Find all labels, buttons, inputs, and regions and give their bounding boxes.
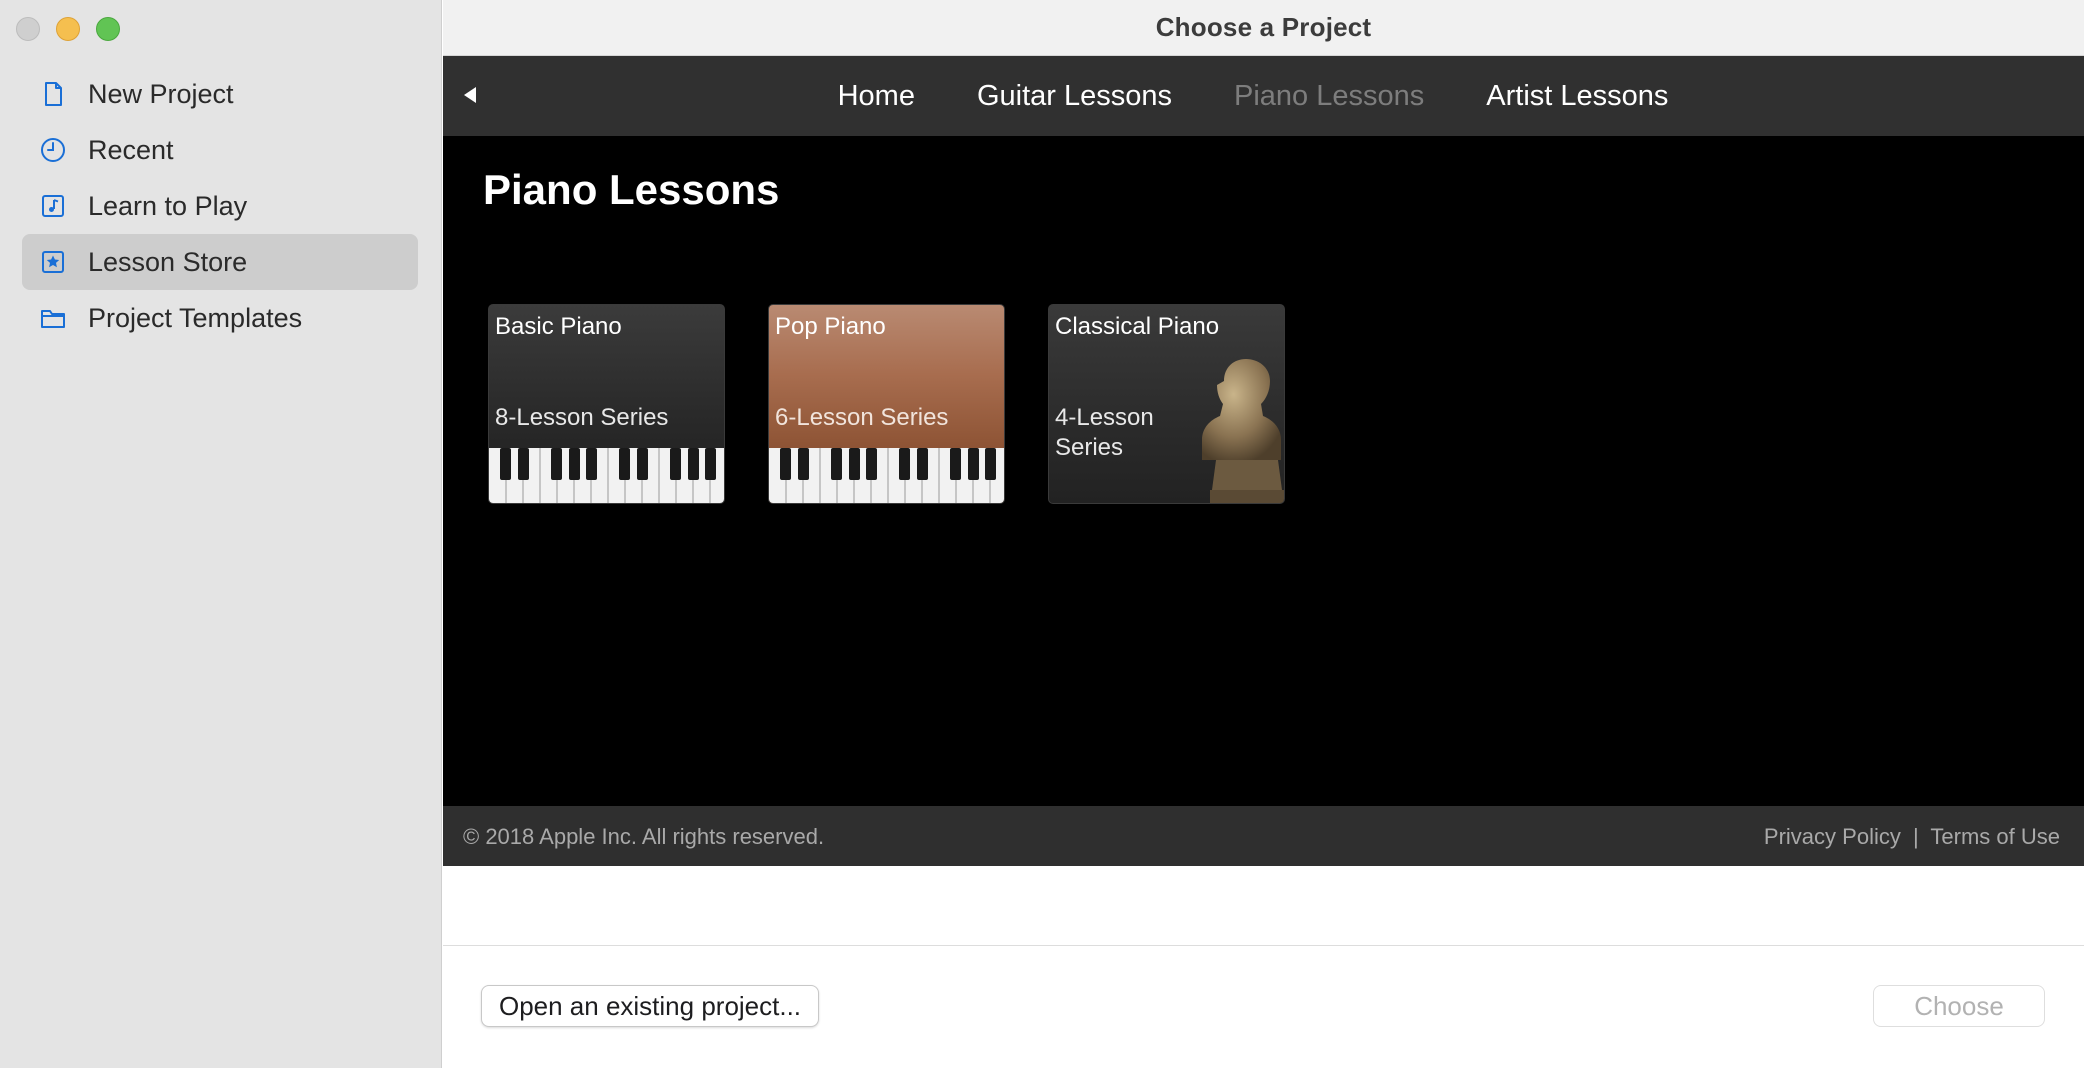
sidebar-nav: New Project Recent Learn to Play Lesson …	[22, 66, 418, 346]
sidebar-item-label: Project Templates	[88, 302, 303, 333]
sidebar-item-learn-to-play[interactable]: Learn to Play	[22, 178, 418, 234]
sidebar-item-label: New Project	[88, 78, 234, 109]
page-title: Piano Lessons	[483, 166, 780, 213]
sidebar-item-label: Lesson Store	[88, 246, 248, 277]
store-navbar: Home Guitar Lessons Piano Lessons Artist…	[443, 56, 2084, 136]
minimize-window-button[interactable]	[56, 17, 80, 41]
card-subtitle: 4-Lesson Series	[1055, 404, 1154, 461]
composer-bust-icon	[1202, 359, 1284, 503]
sidebar-item-label: Learn to Play	[88, 190, 248, 221]
choose-project-window: New Project Recent Learn to Play Lesson …	[0, 0, 2084, 1068]
tab-piano-lessons[interactable]: Piano Lessons	[1203, 80, 1455, 113]
main-panel: Choose a Project Home Guitar Lessons Pia…	[443, 0, 2084, 1068]
folder-icon	[38, 303, 68, 333]
back-arrow-icon[interactable]	[459, 84, 481, 106]
bottom-divider	[443, 945, 2084, 946]
sidebar-item-project-templates[interactable]: Project Templates	[22, 290, 418, 346]
copyright-text: © 2018 Apple Inc. All rights reserved.	[463, 824, 825, 849]
lesson-card-pop-piano[interactable]: Pop Piano 6-Lesson Series	[768, 304, 1005, 504]
sidebar-item-label: Recent	[88, 134, 174, 165]
tab-artist-lessons[interactable]: Artist Lessons	[1455, 80, 1699, 113]
store-footer: © 2018 Apple Inc. All rights reserved. P…	[443, 806, 2084, 866]
card-subtitle: 6-Lesson Series	[775, 404, 949, 431]
lesson-card-basic-piano[interactable]: Basic Piano 8-Lesson Series	[488, 304, 725, 504]
star-icon	[38, 247, 68, 277]
terms-of-use-link[interactable]: Terms of Use	[1930, 824, 2060, 849]
open-existing-project-button[interactable]: Open an existing project...	[481, 985, 819, 1027]
lesson-store-content: Home Guitar Lessons Piano Lessons Artist…	[443, 56, 2084, 866]
lesson-cards: Basic Piano 8-Lesson Series Pop Piano 6-…	[488, 304, 1285, 504]
sidebar-item-recent[interactable]: Recent	[22, 122, 418, 178]
title-bar: Choose a Project	[443, 0, 2084, 56]
footer-links: Privacy Policy | Terms of Use	[1764, 824, 2060, 850]
clock-icon	[38, 135, 68, 165]
privacy-policy-link[interactable]: Privacy Policy	[1764, 824, 1901, 849]
lesson-card-classical-piano[interactable]: Classical Piano 4-Lesson Series	[1048, 304, 1285, 504]
tab-home[interactable]: Home	[807, 80, 946, 113]
piano-keys-icon	[489, 448, 724, 503]
zoom-window-button[interactable]	[96, 17, 120, 41]
card-title: Classical Piano	[1055, 313, 1220, 340]
tab-guitar-lessons[interactable]: Guitar Lessons	[946, 80, 1203, 113]
card-title: Basic Piano	[495, 313, 622, 340]
sidebar-item-new-project[interactable]: New Project	[22, 66, 418, 122]
document-icon	[38, 79, 68, 109]
choose-button[interactable]: Choose	[1873, 985, 2045, 1027]
card-subtitle: 8-Lesson Series	[495, 404, 669, 431]
sidebar: New Project Recent Learn to Play Lesson …	[0, 0, 442, 1068]
footer-separator: |	[1912, 824, 1919, 849]
window-title: Choose a Project	[1155, 12, 1372, 42]
sidebar-item-lesson-store[interactable]: Lesson Store	[22, 234, 418, 290]
piano-keys-icon	[769, 448, 1004, 503]
music-note-icon	[38, 191, 68, 221]
store-tabs: Home Guitar Lessons Piano Lessons Artist…	[807, 56, 1700, 136]
card-title: Pop Piano	[775, 313, 886, 340]
close-window-button[interactable]	[16, 17, 40, 41]
